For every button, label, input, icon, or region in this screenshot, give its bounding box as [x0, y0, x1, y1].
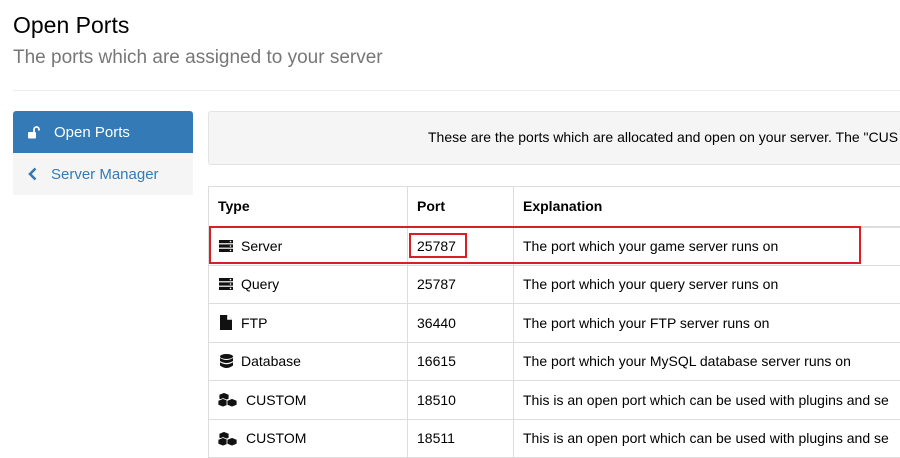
header-divider [13, 90, 900, 91]
explanation-cell: The port which your query server runs on [514, 265, 900, 304]
table-row: Server 25787 The port which your game se… [209, 227, 900, 266]
explanation-cell: This is an open port which can be used w… [514, 381, 900, 420]
type-label: Database [241, 353, 301, 369]
type-cell: Database [209, 342, 408, 381]
port-cell: 36440 [408, 304, 514, 343]
cubes-icon [218, 431, 238, 446]
port-cell: 16615 [408, 342, 514, 381]
port-cell: 18510 [408, 381, 514, 420]
column-header-type: Type [209, 187, 408, 227]
type-cell: Query [209, 265, 408, 304]
ports-table: Type Port Explanation [208, 186, 900, 458]
table-row: CUSTOM 18511 This is an open port which … [209, 419, 900, 458]
explanation-cell: The port which your game server runs on [514, 227, 900, 266]
explanation-cell: The port which your MySQL database serve… [514, 342, 900, 381]
page-header: Open Ports The ports which are assigned … [13, 10, 900, 72]
table-row: Query 25787 The port which your query se… [209, 265, 900, 304]
column-header-port: Port [408, 187, 514, 227]
sidebar: Open Ports Server Manager [13, 111, 193, 195]
type-label: Server [241, 238, 282, 254]
port-cell: 18511 [408, 419, 514, 458]
type-cell: FTP [209, 304, 408, 343]
port-cell: 25787 [408, 265, 514, 304]
sidebar-item-open-ports[interactable]: Open Ports [13, 111, 193, 153]
table-header-row: Type Port Explanation [209, 187, 900, 227]
table-row: CUSTOM 18510 This is an open port which … [209, 381, 900, 420]
page-subtitle: The ports which are assigned to your ser… [13, 44, 900, 72]
type-cell: CUSTOM [209, 381, 408, 420]
type-label: Query [241, 276, 279, 292]
unlock-icon [27, 126, 47, 139]
sidebar-item-label: Server Manager [51, 166, 159, 183]
sidebar-item-label: Open Ports [54, 124, 130, 141]
info-text: These are the ports which are allocated … [428, 129, 898, 145]
file-icon [218, 315, 234, 330]
port-cell: 25787 [408, 227, 514, 266]
type-label: CUSTOM [246, 392, 306, 408]
type-label: CUSTOM [246, 430, 306, 446]
sidebar-item-server-manager[interactable]: Server Manager [13, 153, 193, 195]
explanation-cell: The port which your FTP server runs on [514, 304, 900, 343]
table-row: FTP 36440 The port which your FTP server… [209, 304, 900, 343]
database-icon [218, 354, 234, 369]
server-icon [218, 278, 234, 290]
chevron-left-icon [27, 167, 47, 181]
type-cell: CUSTOM [209, 419, 408, 458]
type-cell: Server [209, 227, 408, 266]
cubes-icon [218, 392, 238, 407]
page-title: Open Ports [13, 10, 900, 40]
type-label: FTP [241, 315, 267, 331]
server-icon [218, 240, 234, 252]
column-header-explanation: Explanation [514, 187, 900, 227]
explanation-cell: This is an open port which can be used w… [514, 419, 900, 458]
info-well: These are the ports which are allocated … [208, 111, 900, 165]
table-row: Database 16615 The port which your MySQL… [209, 342, 900, 381]
